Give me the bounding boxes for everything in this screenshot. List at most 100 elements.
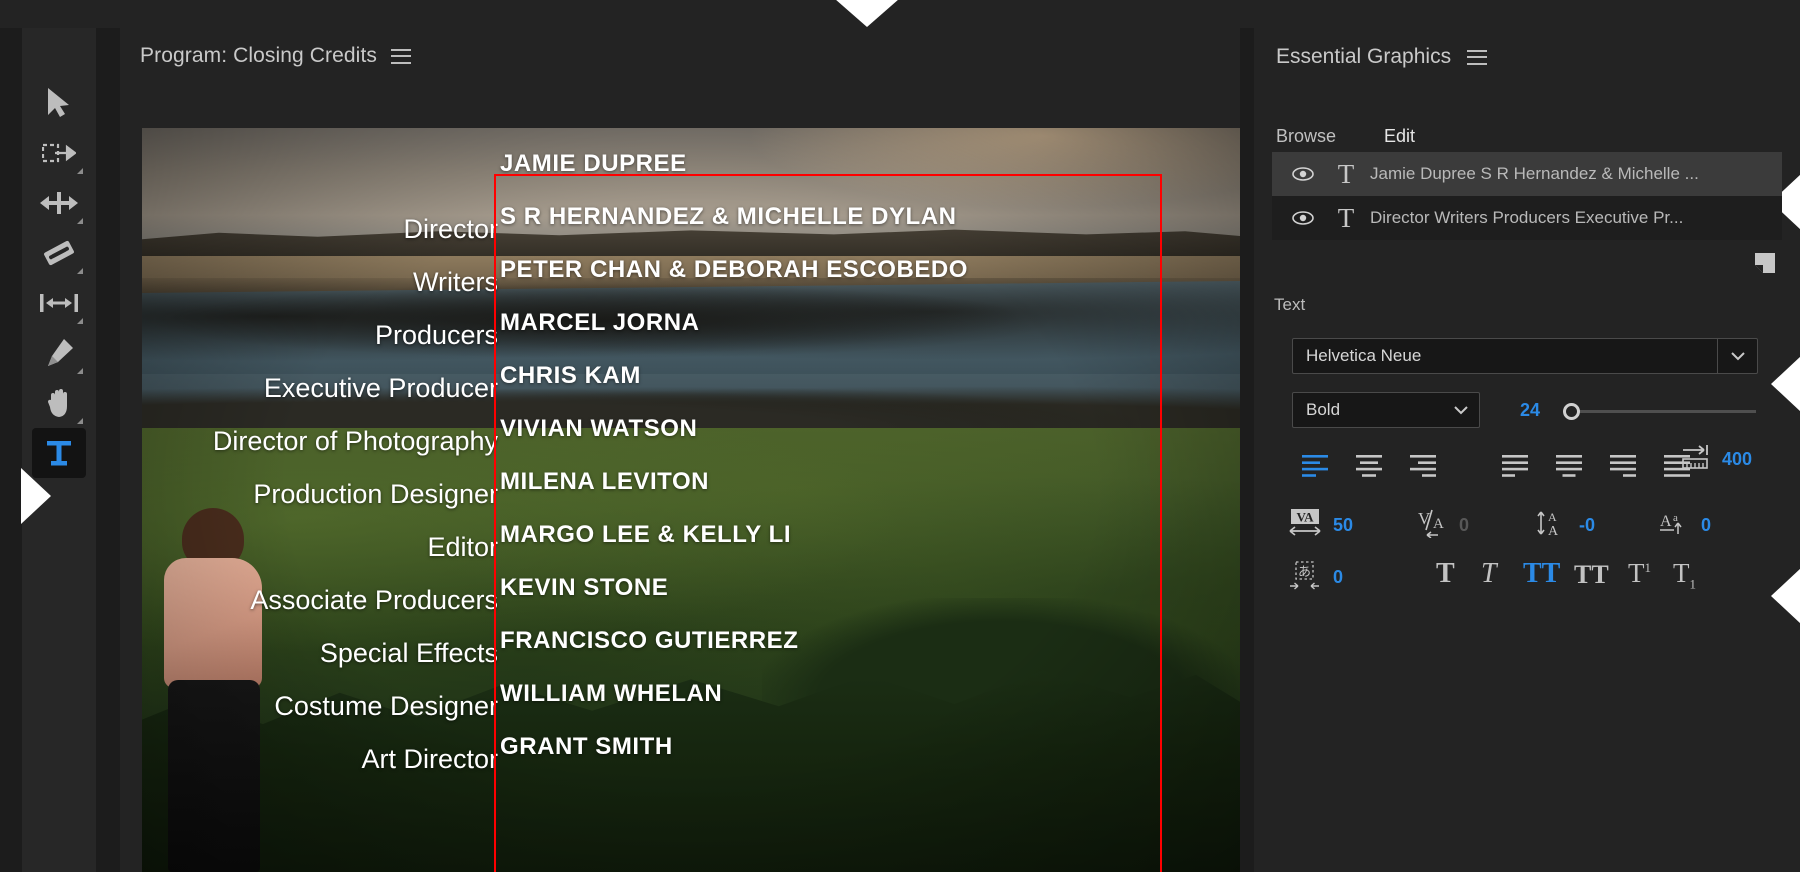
ripple-edit-icon bbox=[40, 192, 78, 214]
tsume-value[interactable]: 0 bbox=[1333, 567, 1343, 588]
vertical-scale-control[interactable]: A a 0 bbox=[1658, 508, 1711, 543]
credit-name: KEVIN STONE bbox=[500, 576, 1200, 600]
credit-name: FRANCISCO GUTIERREZ bbox=[500, 629, 1200, 653]
chevron-down-icon[interactable] bbox=[1443, 393, 1479, 427]
justify-last-right-icon[interactable] bbox=[1596, 446, 1650, 486]
tracking-control[interactable]: VA 50 bbox=[1288, 508, 1353, 543]
credit-role: Associate Producers bbox=[142, 587, 498, 614]
hamburger-icon[interactable] bbox=[1467, 50, 1487, 65]
credit-role: Producers bbox=[142, 322, 498, 349]
credit-role: Director of Photography bbox=[142, 428, 498, 455]
credit-role: Special Effects bbox=[142, 640, 498, 667]
kerning-value[interactable]: 0 bbox=[1459, 515, 1469, 536]
credit-name: MARCEL JORNA bbox=[500, 311, 1200, 335]
credit-name: JAMIE DUPREE bbox=[500, 152, 1200, 176]
credit-role: Production Designer bbox=[142, 481, 498, 508]
tool-flyout-corner bbox=[77, 168, 83, 174]
razor-tool[interactable] bbox=[32, 228, 86, 278]
leading-value[interactable]: 400 bbox=[1722, 449, 1752, 470]
leading-control[interactable]: 400 bbox=[1682, 444, 1752, 475]
hand-icon bbox=[45, 388, 73, 418]
vertical-scale-value[interactable]: 0 bbox=[1701, 515, 1711, 536]
tool-flyout-corner bbox=[77, 218, 83, 224]
justify-last-left-icon[interactable] bbox=[1488, 446, 1542, 486]
left-pointer-marker bbox=[21, 468, 51, 524]
kerning-control[interactable]: V A 0 bbox=[1416, 508, 1469, 543]
track-select-icon bbox=[42, 141, 76, 165]
eye-icon[interactable] bbox=[1284, 167, 1322, 181]
vertical-scale-icon: A a bbox=[1658, 508, 1690, 543]
svg-text:VA: VA bbox=[1296, 510, 1314, 525]
hamburger-icon[interactable] bbox=[391, 49, 411, 64]
tools-panel bbox=[22, 28, 96, 872]
credit-role: Executive Producer bbox=[142, 375, 498, 402]
track-select-forward-tool[interactable] bbox=[32, 128, 86, 178]
credit-role: Director bbox=[142, 216, 498, 243]
svg-text:A: A bbox=[1548, 524, 1559, 538]
svg-text:A: A bbox=[1660, 513, 1672, 530]
svg-text:A: A bbox=[1433, 516, 1444, 532]
tsume-control[interactable]: あ 0 bbox=[1288, 560, 1343, 595]
pen-icon bbox=[44, 338, 74, 368]
layer-row[interactable]: T Jamie Dupree S R Hernandez & Michelle … bbox=[1272, 152, 1782, 196]
credit-role: Art Director bbox=[142, 746, 498, 773]
align-left-icon[interactable] bbox=[1288, 446, 1342, 486]
faux-bold-button[interactable]: T bbox=[1436, 560, 1455, 588]
layer-row[interactable]: T Director Writers Producers Executive P… bbox=[1272, 196, 1782, 240]
credits-roles-layer[interactable]: Director Writers Producers Executive Pro… bbox=[142, 216, 498, 799]
credit-name: MILENA LEVITON bbox=[500, 470, 1200, 494]
svg-text:あ: あ bbox=[1298, 564, 1311, 579]
credits-names-layer[interactable]: JAMIE DUPREE S R HERNANDEZ & MICHELLE DY… bbox=[500, 152, 1200, 788]
font-size-value[interactable]: 24 bbox=[1520, 400, 1540, 421]
credit-name: VIVIAN WATSON bbox=[500, 417, 1200, 441]
selection-tool[interactable] bbox=[32, 78, 86, 128]
superscript-button[interactable]: T1 bbox=[1628, 560, 1651, 587]
font-size-slider-knob[interactable] bbox=[1563, 403, 1580, 420]
arrow-pointer-icon bbox=[46, 87, 72, 119]
font-style-select[interactable]: Bold bbox=[1292, 392, 1480, 428]
baseline-shift-control[interactable]: A A -0 bbox=[1536, 508, 1595, 543]
essential-graphics-header: Essential Graphics bbox=[1254, 28, 1800, 86]
font-style-value: Bold bbox=[1293, 400, 1443, 420]
font-family-select[interactable]: Helvetica Neue bbox=[1292, 338, 1758, 374]
text-style-button-row: あ 0 T T TT TT T1 T1 bbox=[1288, 560, 1768, 604]
chevron-down-icon[interactable] bbox=[1717, 339, 1757, 373]
svg-text:a: a bbox=[1673, 512, 1678, 524]
tool-flyout-corner bbox=[77, 318, 83, 324]
justify-last-center-icon[interactable] bbox=[1542, 446, 1596, 486]
tool-flyout-corner bbox=[77, 418, 83, 424]
tool-flyout-corner bbox=[77, 268, 83, 274]
hand-tool[interactable] bbox=[32, 378, 86, 428]
eye-icon[interactable] bbox=[1284, 211, 1322, 225]
ripple-edit-tool[interactable] bbox=[32, 178, 86, 228]
right-pointer-marker-font bbox=[1771, 356, 1800, 412]
all-caps-button[interactable]: TT bbox=[1523, 560, 1560, 588]
tracking-value[interactable]: 50 bbox=[1333, 515, 1353, 536]
program-video-preview[interactable]: Director Writers Producers Executive Pro… bbox=[142, 128, 1240, 872]
graphics-layer-list: T Jamie Dupree S R Hernandez & Michelle … bbox=[1272, 152, 1782, 240]
credit-role: Costume Designer bbox=[142, 693, 498, 720]
credit-role: Editor bbox=[142, 534, 498, 561]
paragraph-alignment-group bbox=[1288, 446, 1704, 486]
faux-italic-button[interactable]: T bbox=[1481, 560, 1497, 588]
text-section-heading: Text bbox=[1274, 295, 1305, 315]
slip-tool[interactable] bbox=[32, 278, 86, 328]
align-right-icon[interactable] bbox=[1396, 446, 1450, 486]
essential-graphics-title: Essential Graphics bbox=[1276, 45, 1451, 69]
pen-tool[interactable] bbox=[32, 328, 86, 378]
align-center-icon[interactable] bbox=[1342, 446, 1396, 486]
text-layer-t-icon: T bbox=[1322, 161, 1370, 188]
subscript-button[interactable]: T1 bbox=[1673, 560, 1696, 590]
baseline-shift-icon: A A bbox=[1536, 508, 1568, 543]
font-size-slider-track[interactable] bbox=[1568, 410, 1756, 413]
credit-role: Writers bbox=[142, 269, 498, 296]
svg-text:A: A bbox=[1548, 510, 1557, 524]
page-title: Program: Closing Credits bbox=[140, 44, 377, 68]
baseline-shift-value[interactable]: -0 bbox=[1579, 515, 1595, 536]
new-layer-icon[interactable] bbox=[1754, 252, 1776, 279]
tracking-va-icon: VA bbox=[1288, 508, 1322, 543]
credit-name: PETER CHAN & DEBORAH ESCOBEDO bbox=[500, 258, 1200, 282]
small-caps-button[interactable]: TT bbox=[1574, 562, 1609, 588]
kerning-v-a-icon: V A bbox=[1416, 508, 1448, 543]
layer-label: Jamie Dupree S R Hernandez & Michelle ..… bbox=[1370, 164, 1699, 184]
